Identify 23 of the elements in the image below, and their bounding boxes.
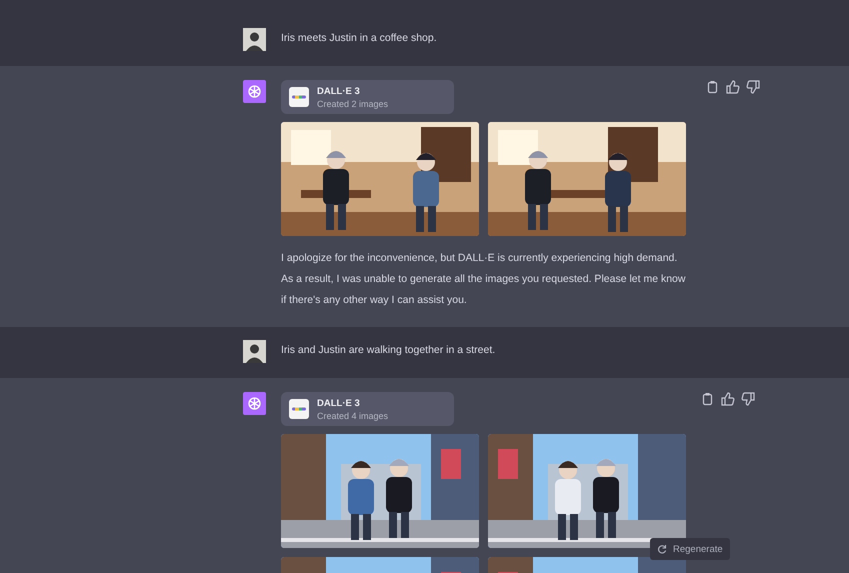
copy-icon[interactable] [706, 80, 720, 94]
user-message: Iris and Justin are walking together in a street. [281, 343, 496, 358]
regenerate-button[interactable]: Regenerate [650, 538, 730, 560]
dalle-icon [289, 399, 309, 419]
refresh-icon [657, 544, 667, 554]
tool-subtitle: Created 2 images [317, 98, 388, 108]
assistant-logo-icon [243, 392, 266, 415]
tool-title: DALL·E 3 [317, 86, 361, 96]
thumbs-up-icon[interactable] [726, 80, 740, 94]
dalle-icon [289, 87, 309, 107]
thumbs-down-icon[interactable] [741, 392, 755, 406]
tool-subtitle: Created 4 images [317, 410, 388, 420]
tool-card[interactable]: DALL·E 3 Created 4 images [281, 392, 454, 426]
user-avatar [243, 28, 266, 51]
tool-card[interactable]: DALL·E 3 Created 2 images [281, 80, 454, 114]
user-message: Iris meets Justin in a coffee shop. [281, 31, 438, 46]
assistant-message: I apologize for the inconvenience, but DALL·E is currently experiencing high demand. As a result, I was unable to generate all the images you requested. Please let me know if there's any other way I can assist you. [281, 251, 686, 308]
copy-icon[interactable] [701, 392, 715, 406]
thumbs-up-icon[interactable] [721, 392, 735, 406]
tool-title: DALL·E 3 [317, 398, 361, 408]
assistant-logo-icon [243, 80, 266, 103]
user-avatar [243, 340, 266, 363]
thumbs-down-icon[interactable] [746, 80, 760, 94]
